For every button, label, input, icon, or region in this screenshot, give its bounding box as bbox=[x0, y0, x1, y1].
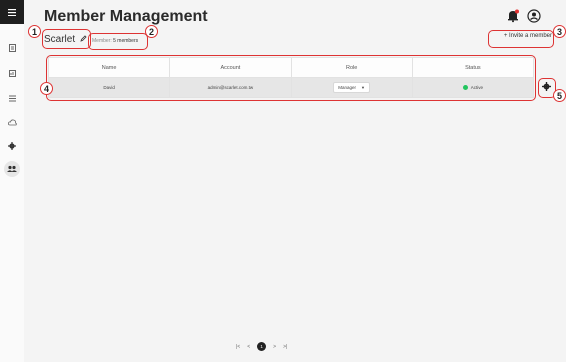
pagination: |< < 1 > >| bbox=[236, 342, 287, 351]
menu-icon bbox=[8, 8, 16, 16]
document-icon bbox=[8, 44, 16, 52]
main-content: Member Management Scarlet Member: 5 memb… bbox=[24, 0, 566, 362]
sidebar bbox=[0, 0, 25, 362]
sidebar-item-reports[interactable] bbox=[0, 65, 24, 81]
prev-page-button[interactable]: < bbox=[247, 344, 250, 350]
list-icon bbox=[8, 95, 16, 101]
gear-icon bbox=[8, 142, 16, 150]
users-icon bbox=[7, 165, 17, 172]
callout-number-2: 2 bbox=[145, 25, 158, 38]
callout-number-3: 3 bbox=[553, 25, 566, 38]
first-page-button[interactable]: |< bbox=[236, 344, 240, 350]
callout-box-3 bbox=[488, 30, 554, 48]
callout-box-1 bbox=[42, 29, 91, 49]
user-account-icon[interactable] bbox=[527, 9, 541, 23]
chart-icon bbox=[8, 69, 16, 77]
cloud-icon bbox=[7, 119, 17, 125]
sidebar-item-documents[interactable] bbox=[0, 40, 24, 56]
callout-number-4: 4 bbox=[40, 82, 53, 95]
sidebar-item-members[interactable] bbox=[4, 161, 20, 177]
notification-bell-icon[interactable] bbox=[506, 9, 520, 23]
sidebar-item-settings[interactable] bbox=[0, 138, 24, 154]
callout-number-1: 1 bbox=[28, 25, 41, 38]
menu-button[interactable] bbox=[0, 0, 24, 24]
sidebar-item-cloud[interactable] bbox=[0, 114, 24, 130]
callout-box-4 bbox=[46, 55, 536, 101]
current-page[interactable]: 1 bbox=[257, 342, 267, 351]
last-page-button[interactable]: >| bbox=[283, 344, 287, 350]
sidebar-item-list[interactable] bbox=[0, 90, 24, 106]
callout-box-2 bbox=[88, 33, 148, 50]
next-page-button[interactable]: > bbox=[273, 344, 276, 350]
callout-number-5: 5 bbox=[553, 89, 566, 102]
page-title: Member Management bbox=[44, 8, 208, 25]
